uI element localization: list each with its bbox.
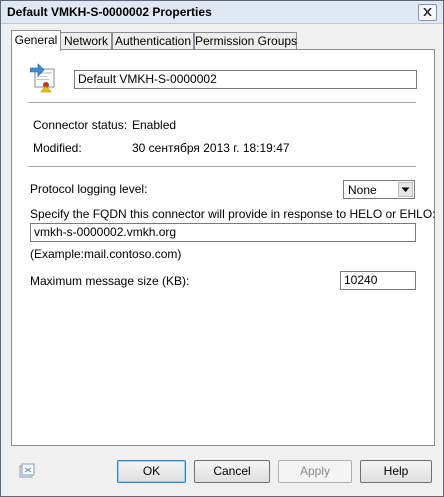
ok-button[interactable]: OK [117, 460, 186, 483]
tab-permission-groups-label: Permission Groups [195, 34, 298, 48]
protocol-logging-value: None [348, 183, 377, 197]
protocol-logging-label: Protocol logging level: [30, 182, 148, 196]
modified-label: Modified: [33, 141, 82, 155]
modified-value: 30 сентября 2013 г. 18:19:47 [132, 141, 290, 155]
tab-general[interactable]: General [11, 30, 61, 51]
close-button[interactable] [418, 4, 437, 21]
chevron-down-icon [398, 182, 413, 197]
help-context-icon[interactable] [19, 463, 35, 479]
fqdn-input[interactable]: vmkh-s-0000002.vmkh.org [30, 223, 416, 242]
close-icon [423, 8, 432, 16]
help-button[interactable]: Help [360, 460, 432, 483]
receive-connector-icon [30, 63, 55, 93]
fqdn-example: (Example:mail.contoso.com) [30, 247, 182, 261]
fqdn-label: Specify the FQDN this connector will pro… [30, 207, 436, 221]
max-message-size-input[interactable]: 10240 [340, 271, 416, 290]
max-message-size-label: Maximum message size (KB): [30, 274, 190, 288]
connector-name-field[interactable]: Default VMKH-S-0000002 [74, 70, 417, 89]
apply-button[interactable]: Apply [278, 460, 352, 483]
connector-status-label: Connector status: [33, 118, 128, 132]
tab-authentication[interactable]: Authentication [112, 32, 194, 50]
properties-dialog: Default VMKH-S-0000002 Properties Genera… [0, 0, 444, 497]
connector-status-value: Enabled [132, 118, 177, 132]
tab-network-label: Network [63, 34, 108, 48]
window-title: Default VMKH-S-0000002 Properties [7, 5, 212, 19]
cancel-button[interactable]: Cancel [194, 460, 270, 483]
separator-middle [28, 166, 416, 167]
tab-network[interactable]: Network [60, 32, 112, 50]
protocol-logging-dropdown[interactable]: None [343, 180, 415, 199]
tab-general-label: General [14, 33, 58, 47]
tab-permission-groups[interactable]: Permission Groups [194, 32, 297, 50]
tab-authentication-label: Authentication [114, 34, 192, 48]
separator-top [28, 102, 416, 103]
title-bar: Default VMKH-S-0000002 Properties [1, 1, 443, 24]
